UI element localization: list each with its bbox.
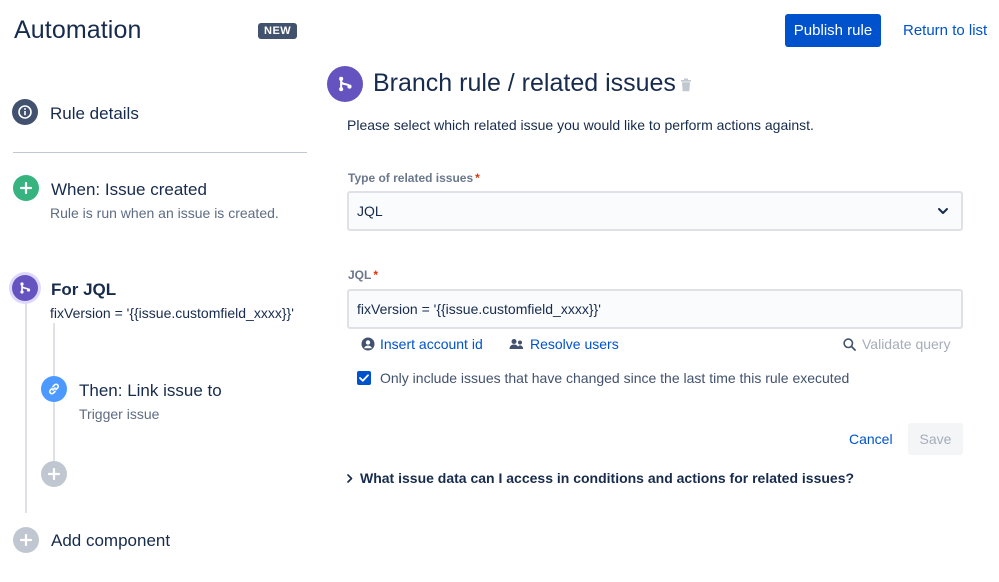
branch-connector-line bbox=[25, 301, 27, 513]
validate-query-link[interactable]: Validate query bbox=[843, 336, 950, 352]
publish-rule-button[interactable]: Publish rule bbox=[785, 14, 881, 47]
action-subtitle: Trigger issue bbox=[79, 406, 160, 422]
link-icon[interactable] bbox=[41, 376, 67, 402]
branch-title[interactable]: For JQL bbox=[51, 280, 116, 300]
jql-input[interactable] bbox=[347, 289, 963, 329]
page-title: Branch rule / related issues bbox=[373, 69, 676, 97]
branch-icon bbox=[327, 66, 363, 102]
resolve-users-link[interactable]: Resolve users bbox=[509, 336, 619, 352]
trigger-subtitle: Rule is run when an issue is created. bbox=[50, 205, 279, 221]
info-icon[interactable] bbox=[12, 99, 38, 125]
add-component-button[interactable]: Add component bbox=[51, 531, 170, 551]
rule-details-item[interactable]: Rule details bbox=[50, 104, 139, 124]
user-circle-icon bbox=[361, 337, 375, 351]
insert-account-id-link[interactable]: Insert account id bbox=[361, 336, 483, 352]
related-issues-data-expander[interactable]: What issue data can I access in conditio… bbox=[347, 470, 854, 486]
return-to-list-link[interactable]: Return to list bbox=[903, 22, 987, 39]
type-field-label: Type of related issues * bbox=[348, 171, 480, 185]
chevron-right-icon bbox=[347, 470, 353, 486]
action-title[interactable]: Then: Link issue to bbox=[79, 381, 222, 401]
plus-icon[interactable] bbox=[13, 175, 39, 201]
new-badge: NEW bbox=[258, 23, 298, 39]
checkbox[interactable] bbox=[357, 371, 371, 385]
trigger-title[interactable]: When: Issue created bbox=[51, 180, 207, 200]
trash-icon[interactable] bbox=[680, 78, 692, 97]
branch-subtitle: fixVersion = '{{issue.customfield_xxxx}}… bbox=[50, 305, 294, 321]
jql-field-label: JQL * bbox=[348, 268, 379, 282]
save-button[interactable]: Save bbox=[908, 423, 963, 455]
select-value: JQL bbox=[357, 203, 383, 219]
page-description: Please select which related issue you wo… bbox=[347, 117, 814, 133]
search-icon bbox=[843, 337, 856, 351]
changed-issues-checkbox-row[interactable]: Only include issues that have changed si… bbox=[357, 370, 849, 386]
cancel-button[interactable]: Cancel bbox=[849, 431, 893, 447]
add-component-icon[interactable] bbox=[13, 527, 39, 553]
chevron-down-icon bbox=[937, 202, 949, 220]
branch-icon[interactable] bbox=[12, 275, 38, 301]
sidebar-divider bbox=[13, 152, 307, 153]
related-issues-type-select[interactable]: JQL bbox=[347, 191, 963, 231]
checkbox-label: Only include issues that have changed si… bbox=[380, 370, 850, 386]
add-inner-component-icon[interactable] bbox=[41, 461, 67, 487]
app-title: Automation bbox=[14, 16, 142, 44]
people-icon bbox=[509, 338, 524, 349]
check-icon bbox=[359, 374, 369, 382]
